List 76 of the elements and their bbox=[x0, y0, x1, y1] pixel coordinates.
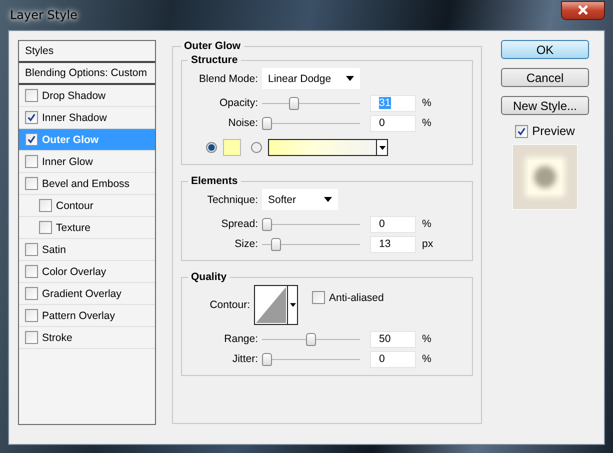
slider-label: Opacity: bbox=[218, 97, 258, 109]
checkbox[interactable] bbox=[25, 133, 38, 146]
sidebar-item[interactable]: Contour bbox=[19, 195, 155, 217]
sidebar-item[interactable]: Inner Glow bbox=[19, 151, 155, 173]
checkbox-label: Anti-aliased bbox=[329, 292, 384, 304]
sidebar-item[interactable]: Satin bbox=[19, 239, 155, 261]
unit-label: % bbox=[422, 97, 432, 109]
unit-label: % bbox=[422, 117, 432, 129]
slider-thumb[interactable] bbox=[262, 116, 272, 130]
group-title: Elements bbox=[190, 175, 239, 187]
sidebar-item[interactable]: Color Overlay bbox=[19, 261, 155, 283]
slider-thumb[interactable] bbox=[262, 352, 272, 366]
checkbox[interactable] bbox=[25, 265, 38, 278]
unit-label: % bbox=[422, 353, 432, 365]
sidebar-item[interactable]: Pattern Overlay bbox=[19, 305, 155, 327]
checkbox[interactable] bbox=[312, 291, 325, 304]
caret-icon bbox=[290, 303, 296, 307]
checkbox[interactable] bbox=[25, 243, 38, 256]
color-swatch[interactable] bbox=[223, 139, 241, 156]
checkbox[interactable] bbox=[25, 287, 38, 300]
slider-thumb[interactable] bbox=[289, 96, 300, 110]
slider-label: Jitter: bbox=[231, 353, 258, 365]
unit-label: % bbox=[422, 218, 432, 230]
field-label: Technique: bbox=[206, 194, 258, 206]
group-title: Structure bbox=[190, 54, 239, 66]
sidebar-item[interactable]: Gradient Overlay bbox=[19, 283, 155, 305]
radio-button[interactable] bbox=[251, 142, 262, 153]
contour-picker[interactable] bbox=[254, 285, 298, 325]
slider-label: Spread: bbox=[220, 218, 258, 230]
slider-label: Size: bbox=[234, 238, 258, 250]
checkbox[interactable] bbox=[39, 199, 52, 212]
number-field[interactable]: 50 bbox=[370, 330, 416, 348]
checkbox[interactable] bbox=[25, 331, 38, 344]
sidebar-item[interactable]: Bevel and Emboss bbox=[19, 173, 155, 195]
preview-thumbnail bbox=[512, 144, 578, 210]
unit-label: px bbox=[422, 238, 434, 250]
dialog-button[interactable]: New Style... bbox=[501, 96, 589, 115]
slider-label: Noise: bbox=[227, 117, 258, 129]
dropdown[interactable]: Linear Dodge bbox=[262, 68, 360, 89]
checkbox[interactable] bbox=[25, 155, 38, 168]
checkbox[interactable] bbox=[25, 177, 38, 190]
sidebar-item[interactable]: Texture bbox=[19, 217, 155, 239]
slider-label: Range: bbox=[223, 333, 258, 345]
close-icon bbox=[577, 5, 589, 15]
radio-button[interactable] bbox=[206, 142, 217, 153]
checkbox[interactable] bbox=[25, 309, 38, 322]
sidebar-item[interactable]: Styles bbox=[19, 41, 155, 63]
slider-thumb[interactable] bbox=[306, 332, 316, 346]
dialog-button[interactable]: Cancel bbox=[501, 68, 589, 87]
checkbox[interactable] bbox=[25, 111, 38, 124]
caret-icon bbox=[346, 76, 354, 81]
sidebar-item[interactable]: Stroke bbox=[19, 327, 155, 349]
sidebar-item[interactable]: Drop Shadow bbox=[19, 85, 155, 107]
window-title: Layer Style bbox=[9, 8, 78, 22]
slider-thumb[interactable] bbox=[270, 238, 281, 250]
slider-thumb[interactable] bbox=[262, 218, 272, 230]
checkbox[interactable] bbox=[515, 124, 528, 138]
close-button[interactable] bbox=[561, 0, 605, 20]
dialog-button[interactable]: OK bbox=[501, 40, 589, 59]
caret-icon bbox=[378, 146, 386, 150]
number-field[interactable]: 0 bbox=[370, 216, 416, 232]
number-field[interactable]: 0 bbox=[370, 350, 416, 368]
unit-label: % bbox=[422, 333, 432, 345]
checkbox-label: Preview bbox=[532, 124, 575, 138]
number-field[interactable]: 0 bbox=[370, 114, 416, 132]
group-title: Quality bbox=[190, 271, 228, 283]
checkbox[interactable] bbox=[39, 221, 52, 234]
dropdown[interactable]: Softer bbox=[262, 189, 338, 210]
checkbox[interactable] bbox=[25, 89, 38, 102]
field-label: Blend Mode: bbox=[198, 72, 258, 84]
field-label: Contour: bbox=[208, 299, 250, 311]
number-field[interactable]: 13 bbox=[370, 236, 416, 252]
caret-icon bbox=[324, 197, 332, 202]
sidebar-item[interactable]: Blending Options: Custom bbox=[19, 63, 155, 85]
gradient-picker[interactable] bbox=[268, 139, 388, 156]
group-title: Outer Glow bbox=[183, 40, 242, 52]
